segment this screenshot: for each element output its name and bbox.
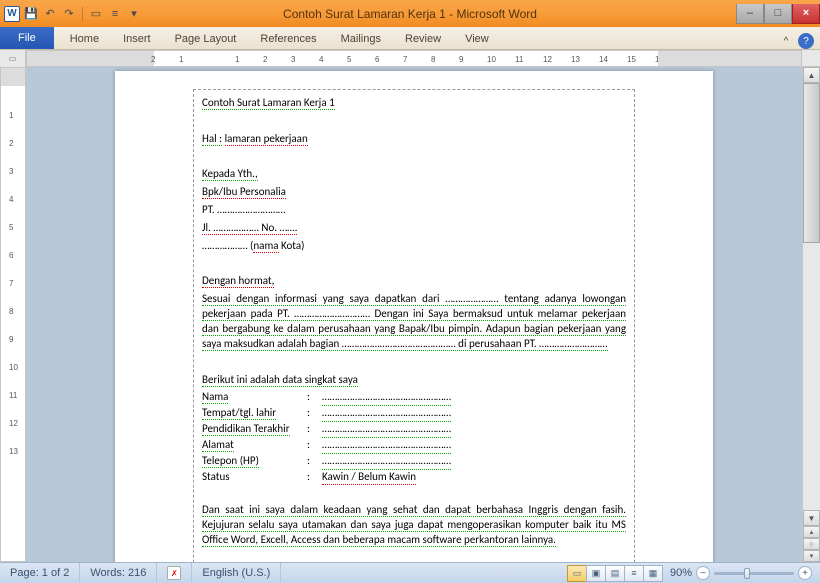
- qat-dropdown-icon[interactable]: ▾: [126, 6, 142, 22]
- undo-icon[interactable]: ↶: [42, 6, 58, 22]
- qat-custom-2-icon[interactable]: ≡: [107, 6, 123, 22]
- scroll-thumb[interactable]: [803, 83, 820, 243]
- next-page-icon[interactable]: ▾: [803, 550, 820, 562]
- zoom-slider-handle[interactable]: [744, 568, 750, 579]
- qat-custom-1-icon[interactable]: ▭: [88, 6, 104, 22]
- ruler-toggle-icon[interactable]: ▭: [0, 50, 26, 67]
- tab-references[interactable]: References: [248, 29, 328, 49]
- zoom-slider[interactable]: [714, 572, 794, 575]
- data-row: Alamat:……………………………………………: [202, 438, 626, 454]
- qat-separator: [82, 7, 83, 21]
- pt-line: PT. ………………………: [202, 203, 626, 218]
- doc-title: Contoh Surat Lamaran Kerja 1: [202, 96, 335, 110]
- minimize-ribbon-icon[interactable]: ^: [778, 33, 794, 49]
- paragraph-1: Sesuai dengan informasi yang saya dapatk…: [202, 292, 626, 351]
- status-language[interactable]: English (U.S.): [192, 563, 281, 583]
- tab-insert[interactable]: Insert: [111, 29, 163, 49]
- spell-check-icon: ✗: [167, 566, 181, 580]
- quick-access-toolbar: W 💾 ↶ ↷ ▭ ≡ ▾: [0, 6, 142, 22]
- paragraph-3: Dan saat ini saya dalam keadaan yang seh…: [202, 503, 626, 547]
- browse-object-icon[interactable]: ○: [803, 538, 820, 550]
- data-row: Pendidikan Terakhir:……………………………………………: [202, 422, 626, 438]
- hal-value: lamaran pekerjaan: [225, 132, 308, 146]
- hal-label: Hal :: [202, 132, 222, 146]
- data-row: Tempat/tgl. lahir:……………………………………………: [202, 406, 626, 422]
- browse-object-nav: ▴ ○ ▾: [803, 526, 820, 562]
- title-bar: W 💾 ↶ ↷ ▭ ≡ ▾ Contoh Surat Lamaran Kerja…: [0, 0, 820, 27]
- tab-review[interactable]: Review: [393, 29, 453, 49]
- status-words[interactable]: Words: 216: [80, 563, 157, 583]
- vertical-scrollbar[interactable]: ▲ ▼ ▴ ○ ▾: [802, 67, 820, 562]
- close-button[interactable]: ×: [792, 4, 820, 24]
- view-draft-icon[interactable]: ▦: [643, 565, 663, 582]
- status-bar: Page: 1 of 2 Words: 216 ✗ English (U.S.)…: [0, 562, 820, 583]
- data-row: Telepon (HP):……………………………………………: [202, 454, 626, 470]
- view-web-layout-icon[interactable]: ▤: [605, 565, 625, 582]
- data-row: Nama:……………………………………………: [202, 390, 626, 406]
- previous-page-icon[interactable]: ▴: [803, 526, 820, 538]
- tab-view[interactable]: View: [453, 29, 501, 49]
- view-outline-icon[interactable]: ≡: [624, 565, 644, 582]
- jl-line: Jl. ……………… No. …….: [202, 221, 297, 235]
- paragraph-2: Berikut ini adalah data singkat saya: [202, 373, 358, 387]
- tab-mailings[interactable]: Mailings: [329, 29, 393, 49]
- zoom-out-button[interactable]: −: [696, 566, 710, 580]
- redo-icon[interactable]: ↷: [61, 6, 77, 22]
- minimize-button[interactable]: –: [736, 4, 764, 24]
- window-controls: – □ ×: [736, 4, 820, 24]
- status-page[interactable]: Page: 1 of 2: [0, 563, 80, 583]
- tab-file[interactable]: File: [0, 27, 54, 49]
- save-icon[interactable]: 💾: [23, 6, 39, 22]
- dengan-hormat: Dengan hormat,: [202, 274, 274, 288]
- document-area: 12345678910111213 Contoh Surat Lamaran K…: [0, 67, 820, 562]
- zoom-level[interactable]: 90%: [670, 567, 692, 579]
- horizontal-ruler[interactable]: 2112345678910111213141516: [26, 50, 802, 67]
- text-box-content[interactable]: Contoh Surat Lamaran Kerja 1 Hal : lamar…: [193, 89, 635, 562]
- view-print-layout-icon[interactable]: ▭: [567, 565, 587, 582]
- scroll-up-icon[interactable]: ▲: [803, 67, 820, 83]
- maximize-button[interactable]: □: [764, 4, 792, 24]
- personalia-line: Bpk/Ibu Personalia: [202, 185, 286, 199]
- zoom-in-button[interactable]: +: [798, 566, 812, 580]
- view-full-screen-icon[interactable]: ▣: [586, 565, 606, 582]
- horizontal-ruler-bar: ▭ 2112345678910111213141516: [0, 50, 820, 67]
- ribbon-help-area: ^ ?: [778, 33, 820, 49]
- scroll-down-icon[interactable]: ▼: [803, 510, 820, 526]
- help-icon[interactable]: ?: [798, 33, 814, 49]
- tab-page-layout[interactable]: Page Layout: [163, 29, 249, 49]
- zoom-control: 90% − +: [662, 566, 820, 580]
- vertical-ruler[interactable]: 12345678910111213: [0, 67, 26, 562]
- status-spell-check[interactable]: ✗: [157, 563, 192, 583]
- kepada-line: Kepada Yth.,: [202, 167, 258, 181]
- page-scroll-area[interactable]: Contoh Surat Lamaran Kerja 1 Hal : lamar…: [26, 67, 802, 562]
- ribbon-tabs: File Home Insert Page Layout References …: [0, 27, 820, 50]
- word-app-icon[interactable]: W: [4, 6, 20, 22]
- window-title: Contoh Surat Lamaran Kerja 1 - Microsoft…: [283, 7, 537, 21]
- data-row-status: Status : Kawin / Belum Kawin: [202, 470, 626, 486]
- tab-home[interactable]: Home: [58, 29, 111, 49]
- status-right: ▭ ▣ ▤ ≡ ▦ 90% − +: [567, 563, 820, 583]
- document-page[interactable]: Contoh Surat Lamaran Kerja 1 Hal : lamar…: [115, 71, 713, 562]
